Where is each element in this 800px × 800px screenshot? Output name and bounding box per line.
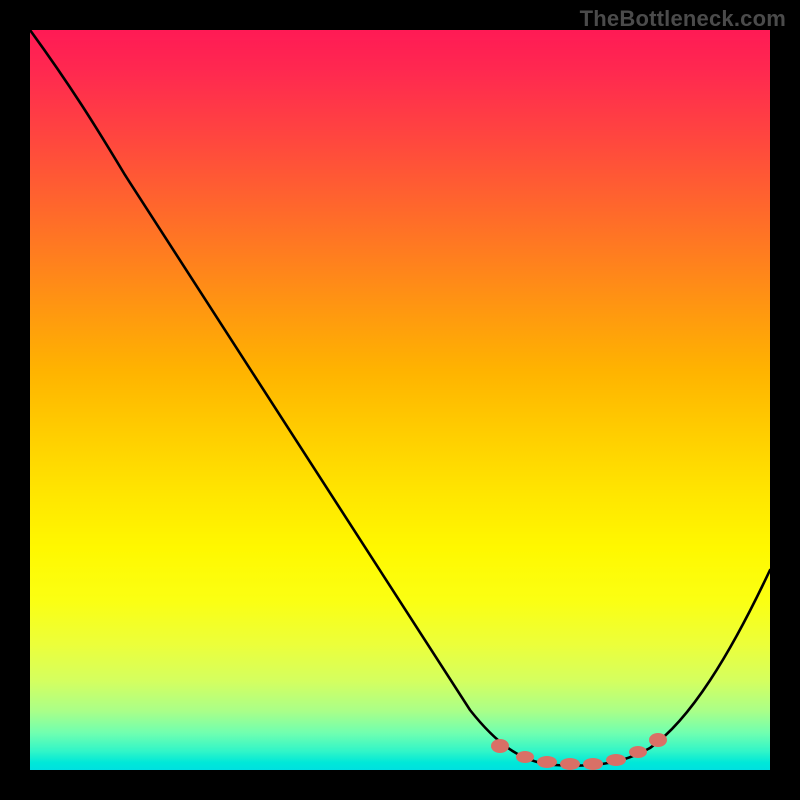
- chart-frame: TheBottleneck.com: [0, 0, 800, 800]
- watermark-text: TheBottleneck.com: [580, 6, 786, 32]
- bottleneck-curve: [30, 30, 770, 766]
- chart-svg: [30, 30, 770, 770]
- optimal-range-markers: [491, 733, 667, 770]
- plot-area: [30, 30, 770, 770]
